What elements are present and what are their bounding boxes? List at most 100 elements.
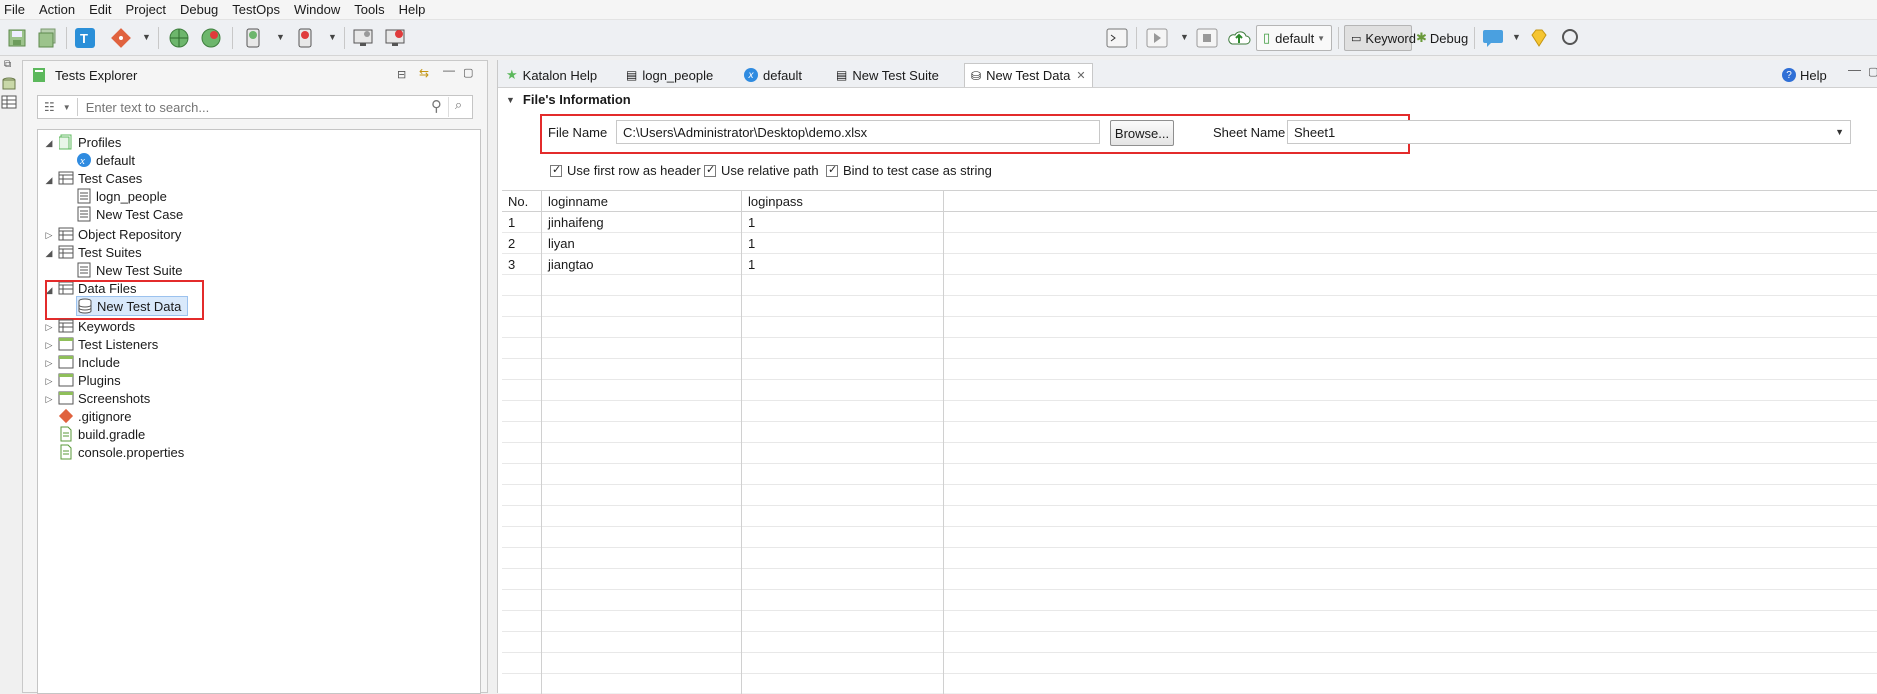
tree-item-default[interactable]: x default (76, 150, 135, 170)
table-cell[interactable]: 2 (502, 233, 515, 254)
table-cell[interactable]: 1 (742, 212, 755, 233)
menu-help[interactable]: Help (399, 2, 426, 17)
tree-item-test-cases[interactable]: Test Cases (58, 168, 142, 188)
menu-testops[interactable]: TestOps (232, 2, 280, 17)
menu-edit[interactable]: Edit (89, 2, 111, 17)
record-mobile-icon[interactable] (240, 25, 266, 51)
table-header-loginname[interactable]: loginname (542, 191, 608, 212)
table-cell[interactable]: liyan (542, 233, 575, 254)
save-all-icon[interactable] (34, 25, 60, 51)
collapse-arrow-icon[interactable]: ▷ (44, 394, 54, 405)
tree-item-plugins[interactable]: Plugins (58, 370, 121, 390)
run-icon[interactable] (1144, 25, 1170, 51)
search-icon[interactable]: ⚲ (431, 97, 442, 115)
tree-item-object-repository[interactable]: Object Repository (58, 224, 181, 244)
stop-icon[interactable] (1194, 25, 1220, 51)
chat-icon[interactable] (1480, 25, 1506, 51)
collapse-arrow-icon[interactable]: ▷ (44, 340, 54, 351)
table-cell[interactable]: 1 (742, 254, 755, 275)
chevron-down-icon[interactable]: ▼ (328, 32, 337, 42)
close-icon[interactable]: ✕ (1076, 69, 1085, 82)
minimize-icon[interactable]: — (443, 63, 455, 77)
debug-perspective-button[interactable]: ✱ Debug (1416, 25, 1468, 51)
file-info-section-title[interactable]: ▼ File's Information (506, 92, 631, 107)
collapse-arrow-icon[interactable]: ▷ (44, 230, 54, 241)
menu-debug[interactable]: Debug (180, 2, 218, 17)
minimize-icon[interactable]: — (1848, 62, 1861, 77)
git-icon[interactable] (108, 25, 134, 51)
terminal-icon[interactable] (1104, 25, 1130, 51)
help-button[interactable]: ? Help (1776, 63, 1833, 87)
menu-tools[interactable]: Tools (354, 2, 384, 17)
tab-logn-people[interactable]: ▤ logn_people (620, 63, 719, 87)
search-icon[interactable] (1558, 25, 1584, 51)
tree-item-console-properties[interactable]: console.properties (58, 442, 184, 462)
collapse-arrow-icon[interactable]: ▷ (44, 376, 54, 387)
menu-project[interactable]: Project (126, 2, 166, 17)
profile-select[interactable]: ▯ default ▼ (1256, 25, 1332, 51)
chevron-down-icon[interactable]: ▼ (276, 32, 285, 42)
chevron-down-icon[interactable]: ▼ (1180, 32, 1189, 42)
spy-mobile-icon[interactable] (292, 25, 318, 51)
tree-item-test-listeners[interactable]: Test Listeners (58, 334, 158, 354)
tree-item-screenshots[interactable]: Screenshots (58, 388, 150, 408)
maximize-icon[interactable]: ▢ (1868, 65, 1877, 78)
collapse-arrow-icon[interactable]: ▷ (44, 322, 54, 333)
sheet-name-select[interactable]: Sheet1 ▼ (1287, 120, 1851, 144)
table-cell[interactable]: 1 (742, 233, 755, 254)
collapse-arrow-icon[interactable]: ▷ (44, 358, 54, 369)
tree-item-profiles[interactable]: Profiles (58, 132, 121, 152)
expand-arrow-icon[interactable]: ◢ (44, 248, 54, 259)
use-first-row-checkbox[interactable]: Use first row as header (550, 163, 701, 178)
expand-arrow-icon[interactable]: ◢ (44, 138, 54, 149)
tree-item-include[interactable]: Include (58, 352, 120, 372)
chevron-down-icon[interactable]: ▼ (142, 32, 151, 42)
diamond-icon[interactable] (1526, 25, 1552, 51)
use-relative-path-checkbox[interactable]: Use relative path (704, 163, 819, 178)
keyword-perspective-button[interactable]: ▭ Keyword (1344, 25, 1416, 51)
advanced-search-icon[interactable]: ⌕ (448, 97, 468, 117)
spy-desktop-icon[interactable] (382, 25, 408, 51)
tab-katalon-help[interactable]: ★ Katalon Help (500, 63, 603, 87)
tree-item-new-test-suite[interactable]: New Test Suite (76, 260, 182, 280)
menu-action[interactable]: Action (39, 2, 75, 17)
katalon-store-icon[interactable]: T (72, 25, 98, 51)
save-icon[interactable] (4, 25, 30, 51)
tree-item-gitignore[interactable]: .gitignore (58, 406, 131, 426)
filter-icon[interactable]: ☷ (44, 100, 55, 114)
maximize-icon[interactable]: ▢ (463, 66, 473, 79)
table-side-icon[interactable] (1, 95, 17, 112)
file-name-field[interactable]: C:\Users\Administrator\Desktop\demo.xlsx (616, 120, 1100, 144)
table-cell[interactable]: jiangtao (542, 254, 594, 275)
menu-file[interactable]: File (4, 2, 25, 17)
bind-test-case-string-checkbox[interactable]: Bind to test case as string (826, 163, 992, 178)
table-header-no[interactable]: No. (502, 191, 529, 212)
link-editor-icon[interactable]: ⇆ (419, 66, 429, 80)
record-desktop-icon[interactable] (350, 25, 376, 51)
record-web-icon[interactable] (166, 25, 192, 51)
expand-arrow-icon[interactable]: ◢ (44, 175, 54, 186)
tab-new-test-suite[interactable]: ▤ New Test Suite (830, 63, 945, 87)
menu-window[interactable]: Window (294, 2, 340, 17)
spy-web-icon[interactable] (198, 25, 224, 51)
data-files-side-icon[interactable] (1, 77, 17, 94)
tree-item-logn-people[interactable]: logn_people (76, 186, 167, 206)
chevron-down-icon[interactable]: ▼ (1512, 32, 1521, 42)
tree-item-new-test-case[interactable]: New Test Case (76, 204, 183, 224)
collapse-all-icon[interactable]: ⊟ (397, 68, 406, 81)
tree-item-build-gradle[interactable]: build.gradle (58, 424, 145, 444)
browse-button[interactable]: Browse... (1110, 120, 1174, 146)
table-cell[interactable]: 1 (502, 212, 515, 233)
browse-label: Browse... (1114, 125, 1170, 141)
tree-item-test-suites[interactable]: Test Suites (58, 242, 142, 262)
restore-icon[interactable]: ⧉ (4, 59, 11, 70)
tree-item-keywords[interactable]: Keywords (58, 316, 135, 336)
upload-cloud-icon[interactable] (1226, 25, 1252, 51)
table-cell[interactable]: 3 (502, 254, 515, 275)
table-cell[interactable]: jinhaifeng (542, 212, 604, 233)
chevron-down-icon[interactable]: ▼ (63, 103, 71, 112)
tab-new-test-data[interactable]: ⛁ New Test Data ✕ (964, 63, 1093, 87)
search-input[interactable] (85, 97, 426, 117)
table-header-loginpass[interactable]: loginpass (742, 191, 803, 212)
tab-default[interactable]: x default (738, 63, 808, 87)
